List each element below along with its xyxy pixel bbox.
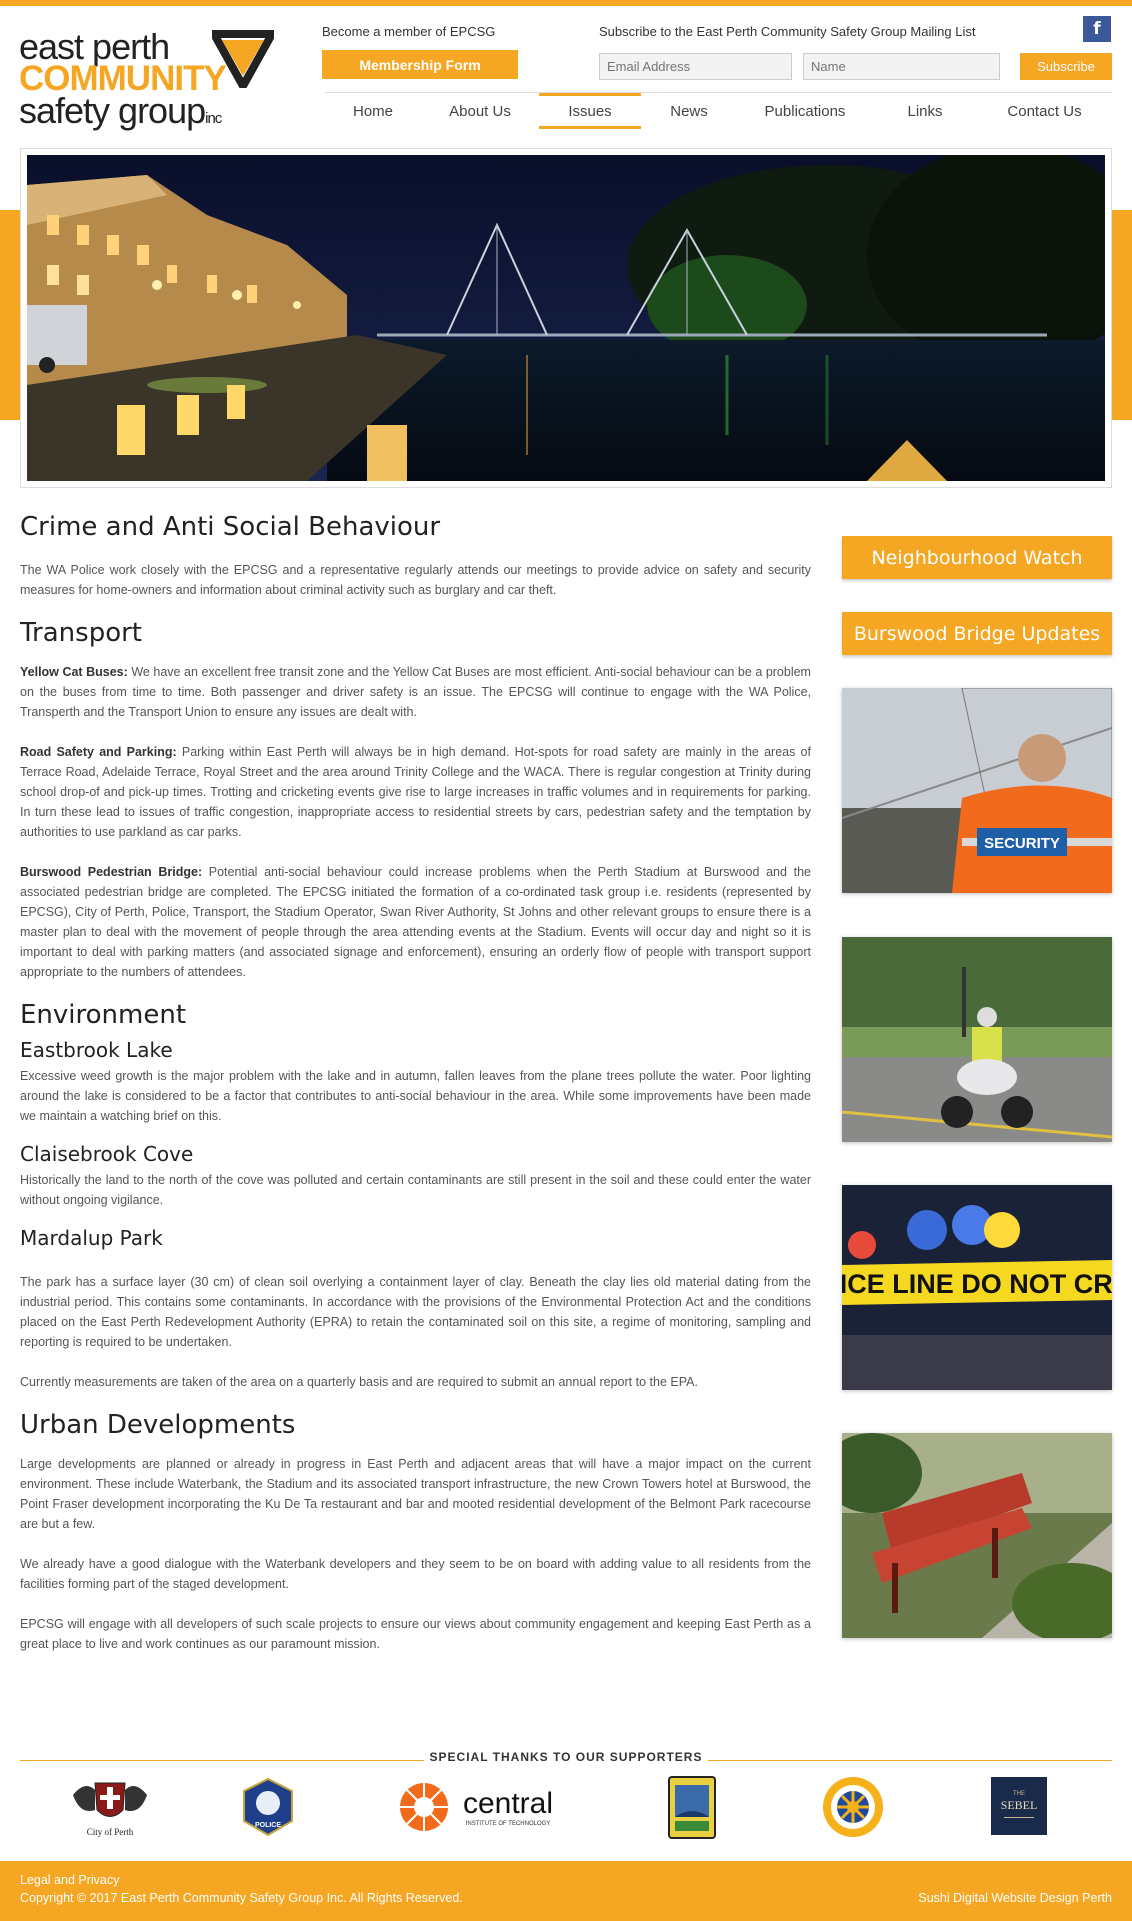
subscribe-button[interactable]: Subscribe [1020, 53, 1112, 80]
police-text: POLICE [255, 1822, 281, 1829]
hero-banner [20, 148, 1112, 488]
yellow-cat-text: We have an excellent free transit zone a… [20, 665, 811, 719]
crime-text: The WA Police work closely with the EPCS… [20, 563, 811, 597]
heading-crime: Crime and Anti Social Behaviour [20, 512, 441, 542]
yellow-cat-label: Yellow Cat Buses: [20, 665, 128, 679]
copyright-text: Copyright © 2017 East Perth Community Sa… [20, 1891, 463, 1905]
supporters-title: SPECIAL THANKS TO OUR SUPPORTERS [429, 1750, 703, 1764]
transport-burswood: Burswood Pedestrian Bridge: Potential an… [20, 862, 811, 982]
urban-text-1: Large developments are planned or alread… [20, 1457, 811, 1531]
central-name-text: central [463, 1787, 553, 1820]
city-of-perth-text: City of Perth [87, 1827, 134, 1837]
site-logo[interactable]: east perth COMMUNITY safety groupinc [19, 29, 274, 136]
main-content: Crime and Anti Social Behaviour The WA P… [20, 512, 811, 1654]
name-input[interactable] [803, 53, 1000, 80]
site-footer: Legal and Privacy Copyright © 2017 East … [0, 1861, 1132, 1921]
heading-eastbrook: Eastbrook Lake [20, 1038, 173, 1062]
facebook-icon[interactable]: f [1083, 16, 1111, 42]
nav-publications[interactable]: Publications [737, 93, 873, 129]
urban-text-3: EPCSG will engage with all developers of… [20, 1617, 811, 1651]
burswood-text: Potential anti-social behaviour could in… [20, 865, 811, 979]
sebel-name-text: SEBEL [1001, 1798, 1038, 1812]
transport-road-safety: Road Safety and Parking: Parking within … [20, 742, 811, 842]
nav-news[interactable]: News [641, 93, 737, 129]
police-motorcycle-image [842, 937, 1112, 1142]
eastbrook-text: Excessive weed growth is the major probl… [20, 1069, 811, 1123]
park-bench-image [842, 1433, 1112, 1638]
transport-yellow-cat: Yellow Cat Buses: We have an excellent f… [20, 662, 811, 722]
neighbourhood-watch-button[interactable]: Neighbourhood Watch [842, 536, 1112, 579]
police-tape-text: POLICE LINE DO NOT CROSS [842, 1269, 1112, 1299]
logo-safety-group-text: safety group [19, 90, 206, 131]
sebel-logo[interactable]: THE SEBEL [990, 1775, 1048, 1840]
heading-transport: Transport [20, 618, 143, 648]
urban-text-2: We already have a good dialogue with the… [20, 1557, 811, 1591]
logo-inc-text: inc [205, 110, 222, 127]
logo-line-safety-group: safety groupinc [19, 93, 274, 136]
rotary-logo[interactable] [818, 1775, 888, 1840]
road-safety-label: Road Safety and Parking: [20, 745, 177, 759]
legal-privacy-link[interactable]: Legal and Privacy [20, 1873, 119, 1887]
security-guard-image: SECURITY [842, 688, 1112, 893]
heading-urban: Urban Developments [20, 1410, 296, 1440]
mardalup-text-2: Currently measurements are taken of the … [20, 1375, 698, 1389]
sebel-small-text: THE [1013, 1791, 1025, 1797]
subscribe-label: Subscribe to the East Perth Community Sa… [599, 24, 976, 39]
road-safety-text: Parking within East Perth will always be… [20, 745, 811, 839]
night-waterfront-image [27, 155, 1105, 481]
burswood-bridge-button[interactable]: Burswood Bridge Updates [842, 612, 1112, 655]
city-of-perth-logo[interactable]: City of Perth [65, 1775, 155, 1840]
designer-credit-link[interactable]: Sushi Digital Website Design Perth [918, 1891, 1112, 1905]
central-institute-logo[interactable]: central INSTITUTE OF TECHNOLOGY [396, 1775, 571, 1840]
claisebrook-text: Historically the land to the north of th… [20, 1173, 811, 1207]
membership-form-button[interactable]: Membership Form [322, 50, 518, 79]
banner-accent-left [0, 210, 20, 420]
security-vest-label: SECURITY [984, 835, 1060, 852]
heading-environment: Environment [20, 1000, 187, 1030]
heading-mardalup: Mardalup Park [20, 1226, 163, 1250]
nav-issues[interactable]: Issues [539, 93, 641, 129]
heading-claisebrook: Claisebrook Cove [20, 1142, 194, 1166]
nav-home[interactable]: Home [325, 93, 421, 129]
main-nav: Home About Us Issues News Publications L… [325, 93, 1112, 129]
logo-triangle-icon [212, 30, 274, 88]
member-label: Become a member of EPCSG [322, 24, 496, 39]
nav-about-us[interactable]: About Us [421, 93, 539, 129]
nav-links[interactable]: Links [873, 93, 977, 129]
banner-accent-right [1112, 210, 1132, 420]
police-tape-image: POLICE LINE DO NOT CROSS [842, 1185, 1112, 1390]
top-accent-bar [0, 0, 1132, 6]
burswood-label: Burswood Pedestrian Bridge: [20, 865, 203, 879]
email-input[interactable] [599, 53, 792, 80]
central-sub-text: INSTITUTE OF TECHNOLOGY [466, 1821, 551, 1827]
mardalup-text-1: The park has a surface layer (30 cm) of … [20, 1275, 811, 1349]
wa-police-logo[interactable]: POLICE [238, 1775, 298, 1840]
nav-contact-us[interactable]: Contact Us [977, 93, 1112, 129]
rowing-crest-logo[interactable] [667, 1775, 717, 1840]
